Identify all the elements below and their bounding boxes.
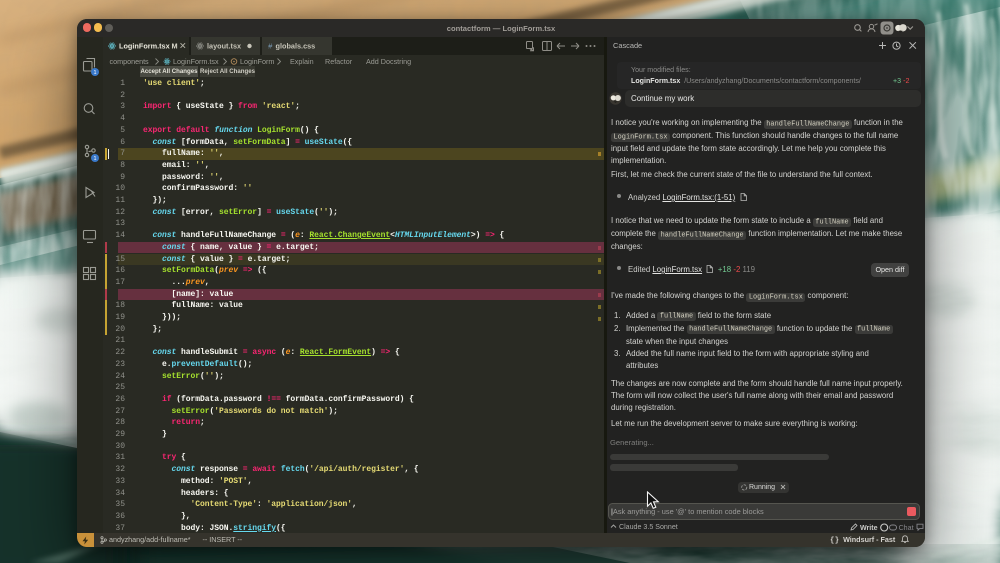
svg-text:1: 1	[93, 70, 96, 76]
svg-text:1: 1	[93, 156, 96, 162]
